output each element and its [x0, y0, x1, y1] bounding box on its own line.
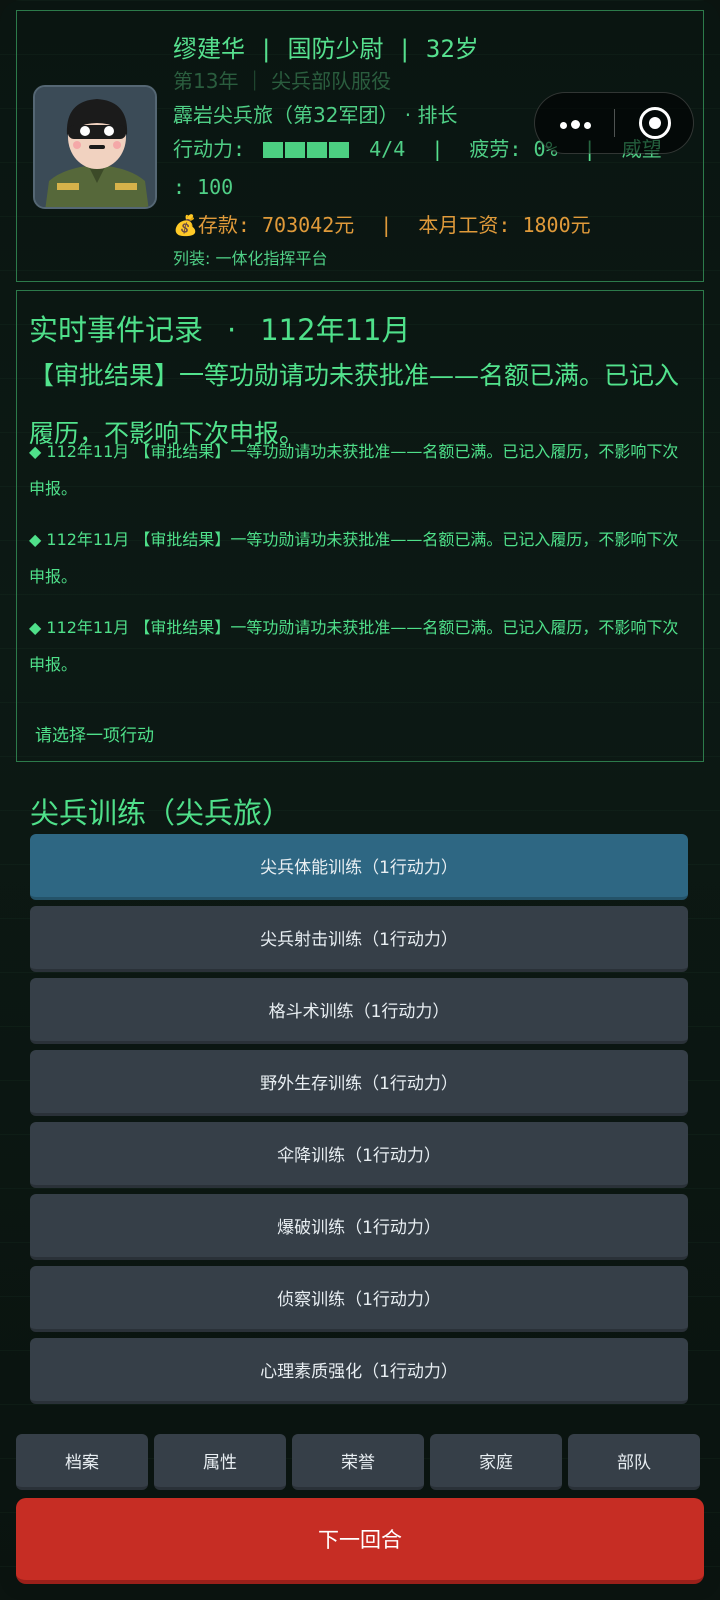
next-turn-button[interactable]: 下一回合: [16, 1498, 704, 1584]
more-dots-icon: [558, 114, 593, 133]
training-option-button[interactable]: 心理素质强化（1行动力）: [30, 1338, 688, 1404]
title-dot: ·: [227, 313, 237, 347]
avatar[interactable]: [33, 85, 157, 209]
soldier-avatar-icon: [35, 87, 155, 207]
event-log-panel: 实时事件记录 · 112年11月 【审批结果】一等功勋请功未获批准——名额已满。已记…: [16, 290, 704, 762]
miniprogram-capsule: [534, 92, 694, 154]
money-row: 💰存款: 703042元 | 本月工资: 1800元: [173, 209, 591, 238]
training-option-button[interactable]: 野外生存训练（1行动力）: [30, 1050, 688, 1116]
tab-family[interactable]: 家庭: [430, 1434, 562, 1490]
event-log-title: 实时事件记录 · 112年11月: [29, 307, 411, 349]
prestige-value: : 100: [173, 175, 234, 199]
tab-unit[interactable]: 部队: [568, 1434, 700, 1490]
action-point-block: [285, 141, 306, 158]
tab-attributes[interactable]: 属性: [154, 1434, 286, 1490]
name-row: 缪建华 | 国防少尉 | 32岁: [173, 29, 479, 64]
separator: |: [431, 137, 444, 161]
separator: |: [397, 35, 412, 63]
event-log-heading: 实时事件记录: [29, 313, 204, 347]
tab-honors[interactable]: 荣誉: [292, 1434, 424, 1490]
event-item: ◆ 112年11月 【审批结果】一等功勋请功未获批准——名额已满。已记入履历，不…: [29, 442, 679, 498]
target-icon: [639, 107, 671, 139]
salary-value: 本月工资: 1800元: [418, 213, 591, 237]
close-miniprogram-button[interactable]: [615, 93, 695, 153]
player-rank: 国防少尉: [287, 35, 384, 63]
separator: |: [259, 35, 274, 63]
savings-value: 💰存款: 703042元: [173, 213, 355, 237]
event-item: ◆ 112年11月 【审批结果】一等功勋请功未获批准——名额已满。已记入履历，不…: [29, 530, 679, 586]
action-point-block: [307, 141, 328, 158]
player-name: 缪建华: [173, 35, 245, 63]
event-log-date: 112年11月: [260, 313, 411, 347]
service-info: 第13年 ｜ 尖兵部队服役: [173, 69, 392, 93]
more-button[interactable]: [535, 93, 615, 153]
action-prompt: 请选择一项行动: [35, 726, 154, 746]
bottom-tab-bar: 档案 属性 荣誉 家庭 部队: [16, 1434, 704, 1490]
event-item: ◆ 112年11月 【审批结果】一等功勋请功未获批准——名额已满。已记入履历，不…: [29, 618, 679, 674]
tab-profile[interactable]: 档案: [16, 1434, 148, 1490]
unit-info: 霹岩尖兵旅（第32军团） · 排长: [173, 103, 458, 127]
training-option-button[interactable]: 爆破训练（1行动力）: [30, 1194, 688, 1260]
action-points-label: 行动力:: [173, 137, 246, 161]
training-option-button[interactable]: 尖兵射击训练（1行动力）: [30, 906, 688, 972]
action-point-block: [329, 141, 350, 158]
action-points-bar: [263, 139, 351, 163]
app-frame: 缪建华 | 国防少尉 | 32岁 第13年 ｜ 尖兵部队服役 霹岩尖兵旅（第32军团） …: [0, 0, 720, 1600]
player-age: 32岁: [425, 35, 479, 63]
training-option-button[interactable]: 格斗术训练（1行动力）: [30, 978, 688, 1044]
equipment-info: 列装: 一体化指挥平台: [173, 249, 328, 268]
training-option-button[interactable]: 侦察训练（1行动力）: [30, 1266, 688, 1332]
action-points-value: 4/4: [369, 137, 406, 161]
training-section-title: 尖兵训练（尖兵旅）: [30, 796, 292, 830]
training-option-button[interactable]: 伞降训练（1行动力）: [30, 1122, 688, 1188]
training-option-button[interactable]: 尖兵体能训练（1行动力）: [30, 834, 688, 900]
separator: |: [380, 213, 393, 237]
action-point-block: [263, 141, 284, 158]
